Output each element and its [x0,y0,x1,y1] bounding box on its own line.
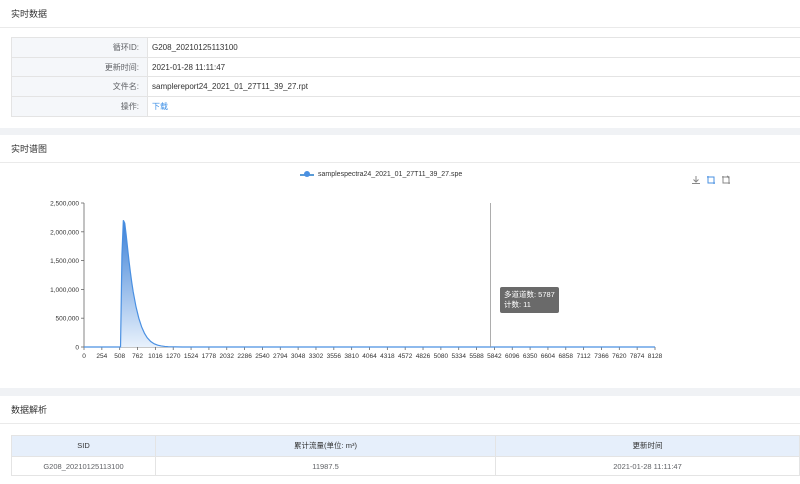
y-tick-label: 2,000,000 [50,229,79,236]
x-tick-label: 1778 [202,353,217,360]
info-row-action: 操作: 下载 [12,96,800,117]
x-tick-label: 6096 [505,353,520,360]
x-tick-label: 1016 [148,353,163,360]
analysis-table: SID 累计流量(单位: m³) 更新时间 G208_2021012511310… [11,435,800,476]
x-tick-label: 6350 [523,353,538,360]
x-tick-label: 2794 [273,353,288,360]
x-tick-label: 5588 [469,353,484,360]
y-tick-label: 0 [75,345,79,352]
series-line [84,220,655,348]
x-tick-label: 7620 [612,353,627,360]
tooltip-channel: 多道道数: 5787 [504,290,555,299]
update-time-label: 更新时间: [12,57,148,76]
spectrum-chart[interactable]: 0 500,000 1,000,000 1,500,000 2,000,000 2,500… [0,163,800,388]
y-tick-label: 500,000 [56,316,80,323]
x-tick-label: 0 [82,353,86,360]
column-header-sid[interactable]: SID [12,436,156,456]
action-label: 操作: [12,96,148,116]
x-tick-label: 5080 [434,353,449,360]
x-tick-label: 2032 [220,353,235,360]
download-link[interactable]: 下载 [148,97,800,117]
x-tick-label: 8128 [648,353,663,360]
chart-tooltip: 多道道数: 5787 计数: 11 [500,287,559,313]
series-area [84,220,655,347]
analysis-card: 数据解析 SID 累计流量(单位: m³) 更新时间 G208_20210125… [0,396,800,484]
realtime-data-card: 实时数据 循环ID: G208_20210125113100 更新时间: 202… [0,0,800,128]
x-tick-label: 508 [114,353,125,360]
filename-value: samplereport24_2021_01_27T11_39_27.rpt [152,82,308,91]
cell-sid: G208_20210125113100 [12,457,156,475]
x-tick-label: 6604 [541,353,556,360]
y-tick-label: 1,000,000 [50,287,79,294]
x-tick-label: 1270 [166,353,181,360]
x-tick-label: 2540 [255,353,270,360]
info-row-update-time: 更新时间: 2021-01-28 11:11:47 [12,57,800,77]
table-row[interactable]: G208_20210125113100 11987.5 2021-01-28 1… [12,456,800,475]
x-tick-label: 3810 [344,353,359,360]
cycle-id-label: 循环ID: [12,38,148,57]
y-tick-label: 1,500,000 [50,258,79,265]
cell-flow: 11987.5 [156,457,496,475]
x-tick-label: 7366 [594,353,609,360]
x-tick-label: 1524 [184,353,199,360]
spectrum-card: 实时谱图 samplespectra24_2021_01_27T11_39_27… [0,135,800,388]
x-tick-label: 762 [132,353,143,360]
x-tick-label: 7874 [630,353,645,360]
column-header-time[interactable]: 更新时间 [496,436,800,456]
x-tick-label: 4064 [362,353,377,360]
x-tick-label: 4572 [398,353,413,360]
update-time-value: 2021-01-28 11:11:47 [152,62,226,72]
cycle-id-value: G208_20210125113100 [152,43,238,52]
info-row-cycle-id: 循环ID: G208_20210125113100 [12,38,800,58]
x-tick-label: 2286 [237,353,252,360]
x-tick-label: 5842 [487,353,502,360]
analysis-title: 数据解析 [0,396,800,424]
x-tick-label: 5334 [451,353,466,360]
x-tick-label: 4318 [380,353,395,360]
x-tick-label: 4826 [416,353,431,360]
x-tick-label: 254 [96,353,107,360]
x-tick-label: 6858 [559,353,574,360]
cell-time: 2021-01-28 11:11:47 [496,457,800,475]
info-row-filename: 文件名: samplereport24_2021_01_27T11_39_27.… [12,77,800,97]
tooltip-count: 计数: 11 [504,300,531,309]
x-tick-label: 3556 [327,353,342,360]
filename-label: 文件名: [12,77,148,96]
x-tick-label: 3302 [309,353,324,360]
column-header-flow[interactable]: 累计流量(单位: m³) [156,436,496,456]
realtime-data-title: 实时数据 [0,0,800,28]
x-tick-label: 3048 [291,353,306,360]
realtime-info-table: 循环ID: G208_20210125113100 更新时间: 2021-01-… [11,37,800,117]
spectrum-title: 实时谱图 [0,135,800,163]
x-tick-label: 7112 [577,353,591,360]
y-tick-label: 2,500,000 [50,201,79,208]
table-header: SID 累计流量(单位: m³) 更新时间 [12,436,800,456]
